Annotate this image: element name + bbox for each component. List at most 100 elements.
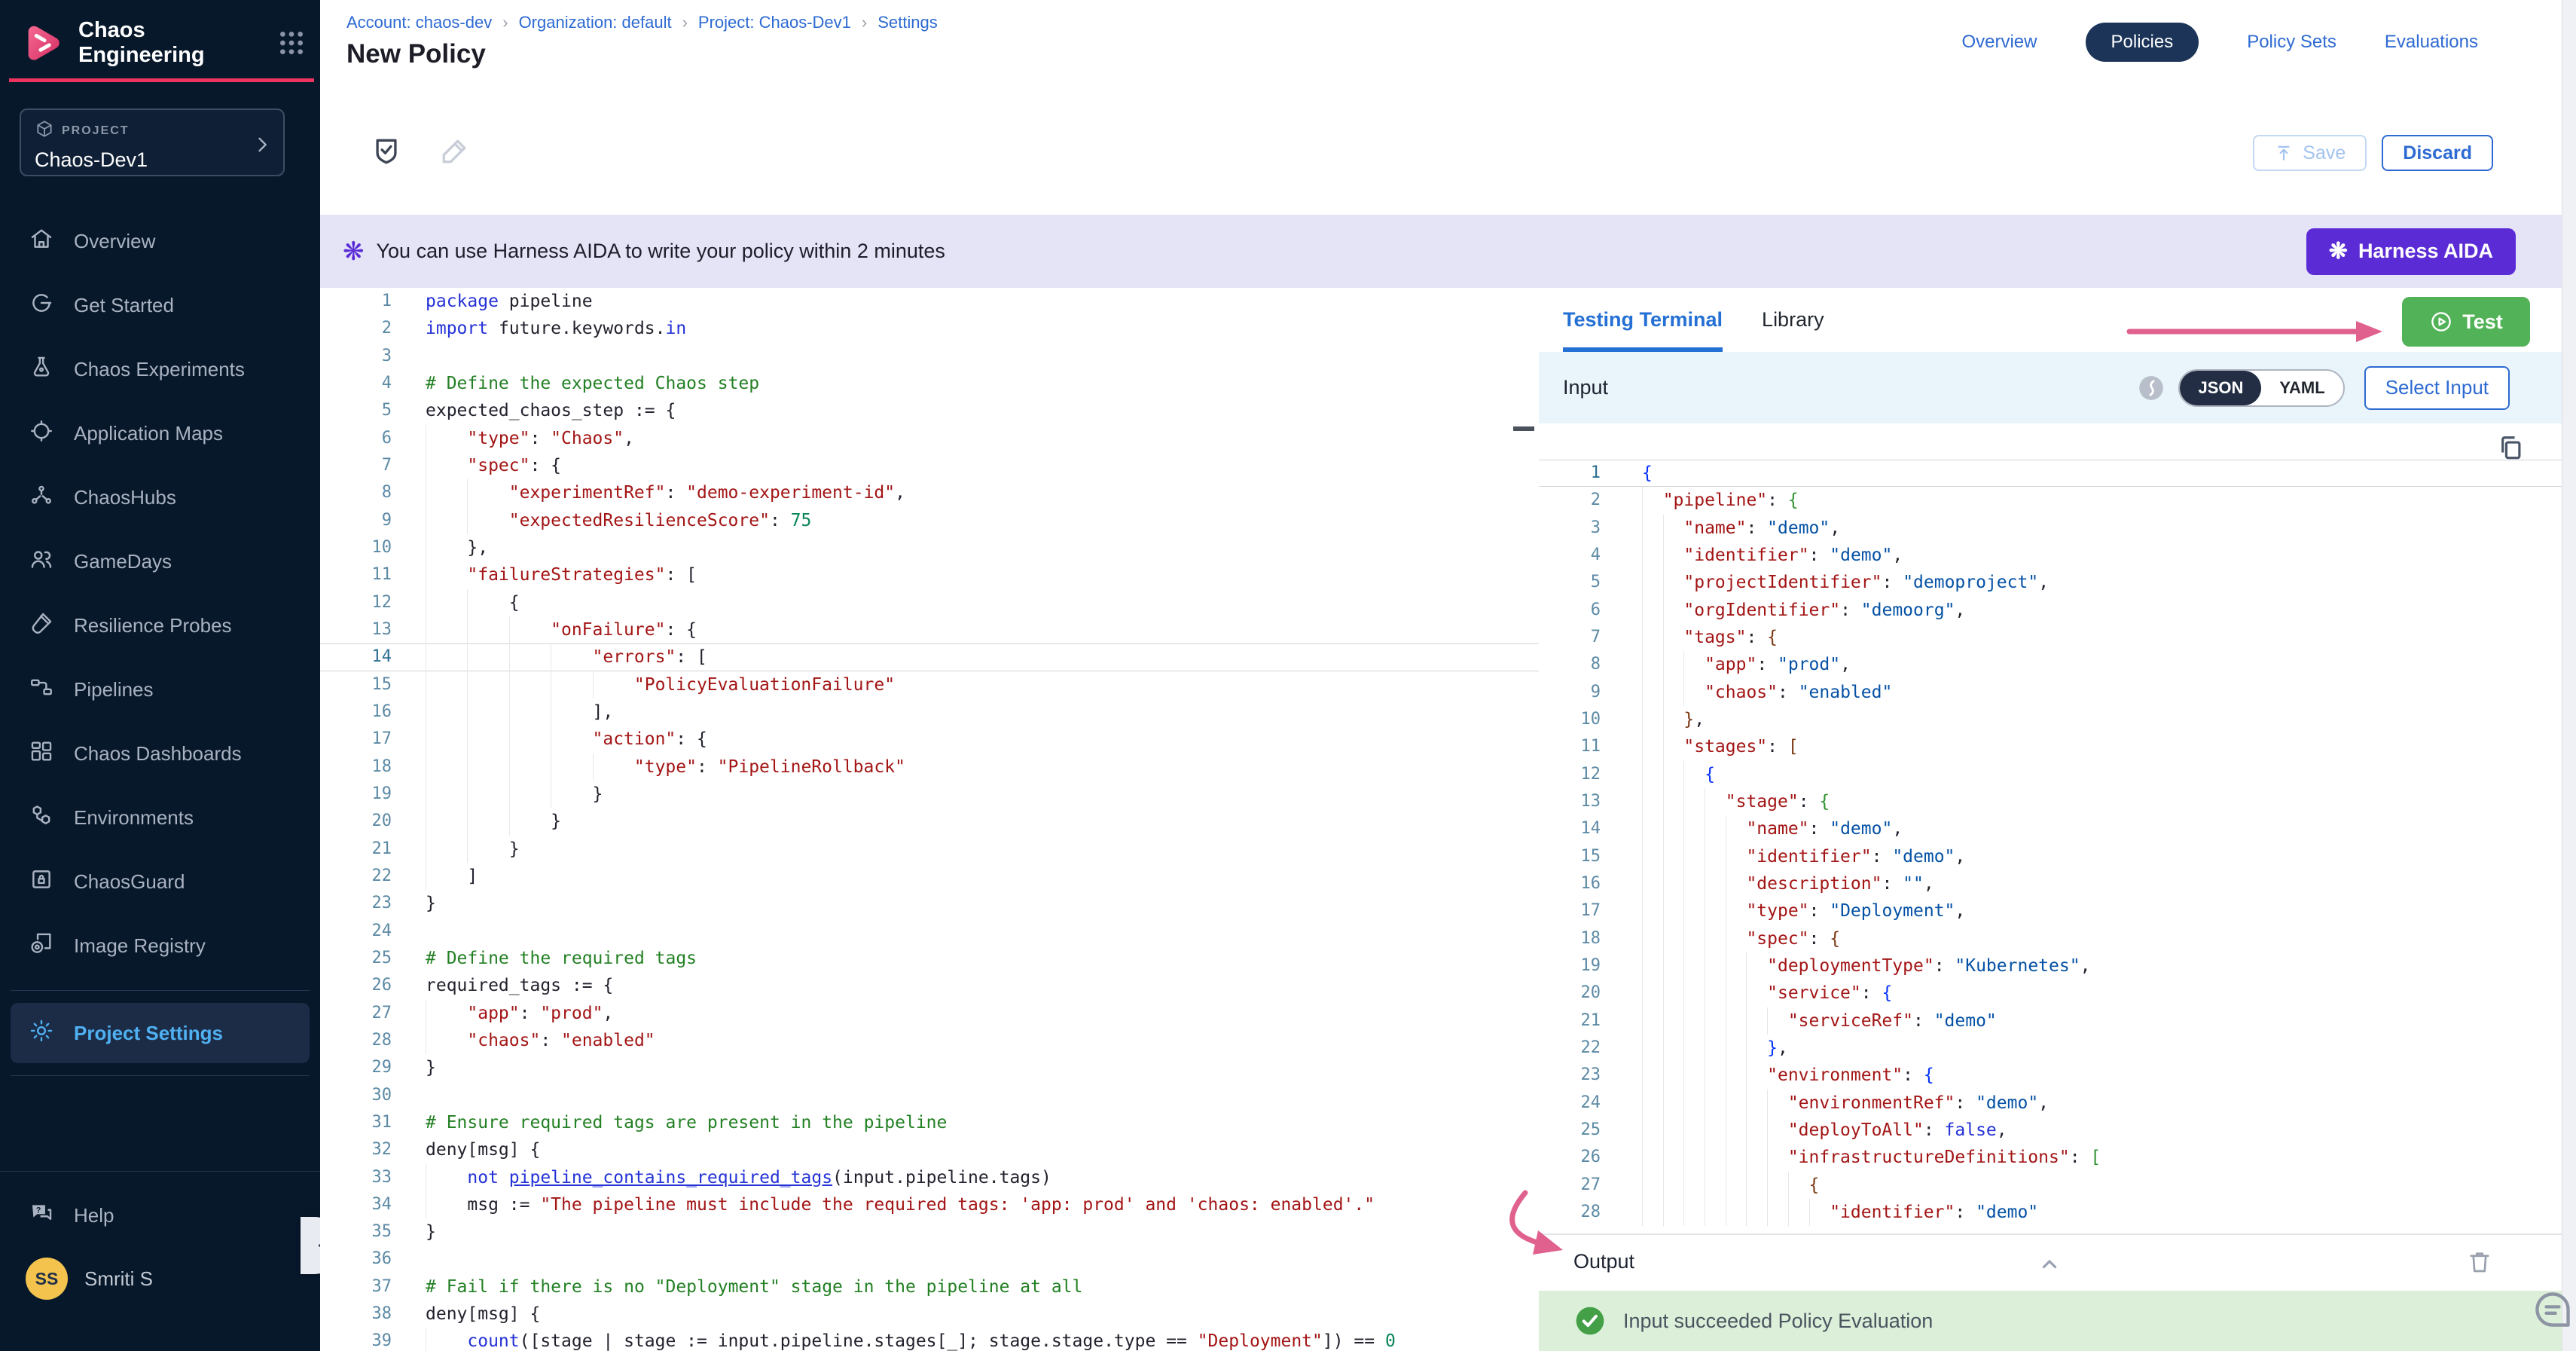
policy-code-editor[interactable]: 1package pipeline2import future.keywords… <box>320 288 1540 1351</box>
select-input-button[interactable]: Select Input <box>2364 366 2510 410</box>
code-line: 14 "errors": [ <box>320 643 1539 671</box>
breadcrumb-link[interactable]: Organization: default <box>519 13 672 32</box>
divider <box>11 1075 310 1076</box>
code-line: 7 "spec": { <box>320 452 1539 479</box>
project-name: Chaos-Dev1 <box>35 148 270 172</box>
user-menu[interactable]: SS Smriti S <box>0 1258 320 1300</box>
policy-top-nav: Overview Policies Policy Sets Evaluations <box>1961 23 2478 62</box>
line-number: 37 <box>320 1273 392 1301</box>
project-selector[interactable]: PROJECT Chaos-Dev1 <box>20 109 285 176</box>
line-number: 10 <box>320 534 392 561</box>
top-nav-overview[interactable]: Overview <box>1961 32 2037 53</box>
breadcrumb-link[interactable]: Settings <box>877 13 938 32</box>
line-number: 16 <box>320 698 392 726</box>
line-number: 12 <box>1539 761 1601 788</box>
policy-shield-check-icon[interactable] <box>370 135 403 172</box>
line-number: 2 <box>320 315 392 342</box>
code-line: 15 "identifier": "demo", <box>1539 843 2562 870</box>
line-number: 14 <box>320 643 392 671</box>
save-button[interactable]: Save <box>2253 135 2367 171</box>
sidebar-item-help[interactable]: ? Help <box>0 1185 320 1246</box>
sidebar-item-chaos-dashboards[interactable]: Chaos Dashboards <box>0 722 320 786</box>
format-option-json[interactable]: JSON <box>2180 371 2261 405</box>
line-number: 8 <box>320 479 392 506</box>
sidebar-item-project-settings[interactable]: Project Settings <box>11 1003 310 1063</box>
top-nav-policy-sets[interactable]: Policy Sets <box>2247 32 2336 53</box>
line-number: 15 <box>320 671 392 698</box>
window-scrollbar-gutter[interactable] <box>2562 0 2576 1351</box>
prettify-icon[interactable] <box>2136 373 2166 403</box>
code-line: 7 "tags": { <box>1539 624 2562 651</box>
sidebar-item-chaoshubs[interactable]: ChaosHubs <box>0 466 320 530</box>
sidebar-item-chaosguard[interactable]: ChaosGuard <box>0 850 320 914</box>
test-button[interactable]: Test <box>2402 297 2530 347</box>
format-option-yaml[interactable]: YAML <box>2261 371 2343 405</box>
code-line: 15 "PolicyEvaluationFailure" <box>320 671 1539 698</box>
guard-icon <box>29 867 54 897</box>
policy-toolbar: Save Discard <box>320 103 2576 215</box>
line-number: 33 <box>320 1164 392 1191</box>
sidebar-item-label: Resilience Probes <box>74 614 232 637</box>
line-number: 13 <box>320 616 392 643</box>
sidebar-item-overview[interactable]: Overview <box>0 209 320 274</box>
line-number: 29 <box>320 1054 392 1081</box>
line-number: 5 <box>320 397 392 424</box>
line-number: 5 <box>1539 569 1601 596</box>
top-nav-evaluations[interactable]: Evaluations <box>2385 32 2478 53</box>
harness-aida-button[interactable]: ❋ Harness AIDA <box>2306 228 2516 275</box>
discard-button[interactable]: Discard <box>2382 135 2493 171</box>
code-line: 25# Define the required tags <box>320 945 1539 972</box>
code-line: 13 "stage": { <box>1539 788 2562 815</box>
sidebar-item-gamedays[interactable]: GameDays <box>0 530 320 594</box>
line-number: 24 <box>320 918 392 945</box>
code-line: 10 }, <box>320 534 1539 561</box>
sidebar-item-application-maps[interactable]: Application Maps <box>0 402 320 466</box>
line-number: 22 <box>320 863 392 890</box>
edit-pencil-icon[interactable] <box>438 135 471 172</box>
line-number: 25 <box>1539 1117 1601 1144</box>
sidebar-item-environments[interactable]: Environments <box>0 786 320 850</box>
help-label: Help <box>74 1204 114 1227</box>
json-yaml-toggle[interactable]: JSONYAML <box>2178 369 2344 407</box>
code-line: 26required_tags := { <box>320 972 1539 999</box>
sidebar-item-label: Pipelines <box>74 678 154 701</box>
sidebar-item-label: GameDays <box>74 550 172 573</box>
support-chat-icon[interactable] <box>2531 1288 2574 1331</box>
top-nav-policies[interactable]: Policies <box>2086 23 2199 62</box>
aida-sparkle-icon: ❋ <box>343 239 365 264</box>
code-line: 18 "spec": { <box>1539 925 2562 952</box>
terminal-tabs-row: Testing Terminal Library Test <box>1539 288 2562 352</box>
output-status-text: Input succeeded Policy Evaluation <box>1623 1310 1933 1333</box>
sidebar-item-resilience-probes[interactable]: Resilience Probes <box>0 594 320 658</box>
code-line: 16 ], <box>320 698 1539 726</box>
cube-icon <box>35 119 54 142</box>
sidebar-item-get-started[interactable]: Get Started <box>0 274 320 338</box>
dashboard-icon <box>29 738 54 769</box>
tab-library[interactable]: Library <box>1762 288 1824 352</box>
avatar: SS <box>26 1258 68 1300</box>
breadcrumb-link[interactable]: Project: Chaos-Dev1 <box>698 13 851 32</box>
breadcrumb-link[interactable]: Account: chaos-dev <box>346 13 492 32</box>
line-number: 4 <box>320 370 392 397</box>
tab-testing-terminal[interactable]: Testing Terminal <box>1563 288 1723 352</box>
sidebar-item-image-registry[interactable]: Image Registry <box>0 914 320 978</box>
input-json-editor[interactable]: 1{2 "pipeline": {3 "name": "demo",4 "ide… <box>1539 423 2562 1233</box>
copy-icon[interactable] <box>2496 434 2525 463</box>
line-number: 3 <box>1539 515 1601 542</box>
hub-icon <box>29 482 54 513</box>
sidebar-item-chaos-experiments[interactable]: Chaos Experiments <box>0 338 320 402</box>
registry-icon <box>29 931 54 961</box>
collapse-output-icon[interactable] <box>2036 1250 2063 1277</box>
line-number: 10 <box>1539 706 1601 733</box>
line-number: 14 <box>1539 815 1601 842</box>
code-line: 20 } <box>320 808 1539 835</box>
aida-banner: ❋ You can use Harness AIDA to write your… <box>320 215 2576 288</box>
clear-output-icon[interactable] <box>2466 1249 2493 1276</box>
sidebar-item-pipelines[interactable]: Pipelines <box>0 658 320 722</box>
code-line: 24 "environmentRef": "demo", <box>1539 1090 2562 1117</box>
module-switcher-icon[interactable] <box>276 28 307 58</box>
line-number: 22 <box>1539 1035 1601 1062</box>
code-line: 21 "serviceRef": "demo" <box>1539 1007 2562 1035</box>
line-number: 19 <box>1539 952 1601 980</box>
line-number: 12 <box>320 589 392 616</box>
